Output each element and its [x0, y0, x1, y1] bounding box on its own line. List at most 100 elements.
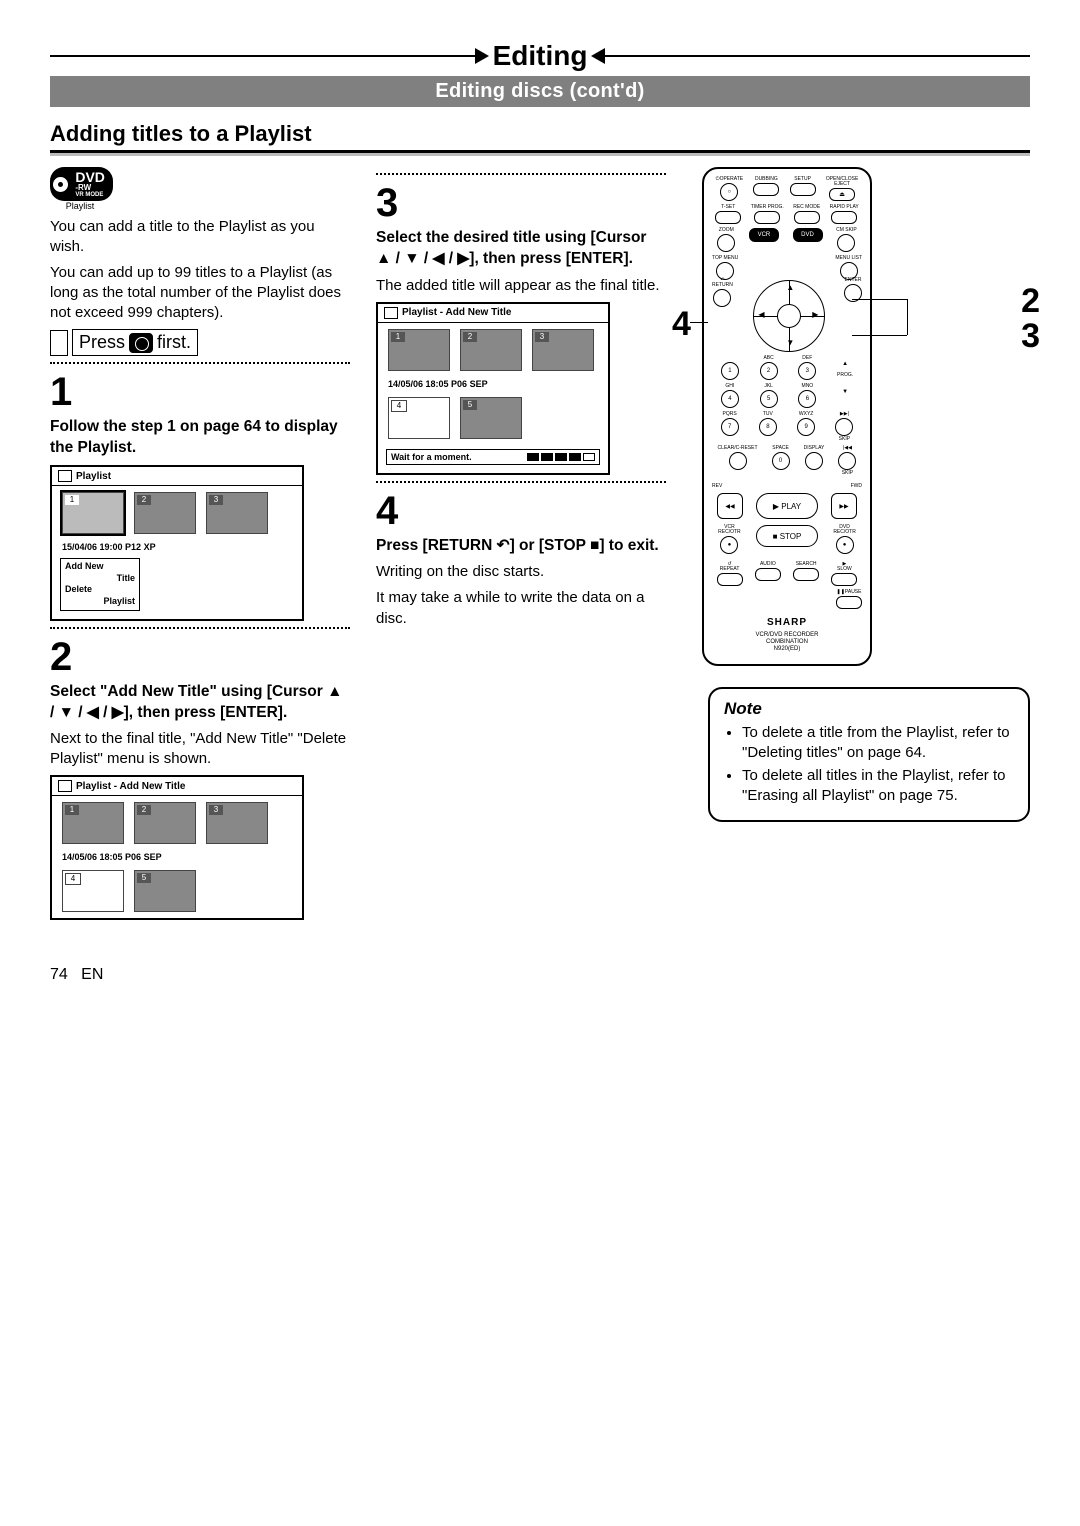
step-3-number: 3	[376, 181, 666, 226]
chapter-banner: Editing	[50, 40, 1030, 72]
num-9[interactable]: 9	[797, 418, 815, 436]
thumb-5: 5	[134, 870, 196, 912]
note-box: Note To delete a title from the Playlist…	[708, 687, 1030, 822]
rapid-button[interactable]	[831, 211, 857, 224]
step-1-head: Follow the step 1 on page 64 to display …	[50, 417, 350, 459]
skip-back-button[interactable]	[838, 452, 856, 470]
column-2: 3 Select the desired title using [Cursor…	[376, 167, 666, 926]
thumb-3: 3	[206, 492, 268, 534]
rev-button[interactable]: ◀◀	[717, 493, 743, 519]
step-3-head: Select the desired title using [Cursor ▲…	[376, 228, 666, 270]
dvd-rec-button[interactable]: ●	[836, 536, 854, 554]
dvd-button-icon	[129, 333, 153, 353]
setup-button[interactable]	[790, 183, 816, 196]
lead-line-right-bot	[852, 335, 907, 336]
remote-brand: SHARP	[712, 617, 862, 628]
dotted-separator	[376, 481, 666, 483]
playlist-panel-3: Playlist - Add New Title 1 2 3 14/05/06 …	[376, 302, 610, 475]
intro-p2: You can add up to 99 titles to a Playlis…	[50, 263, 350, 323]
note-item-2: To delete all titles in the Playlist, re…	[742, 766, 1014, 807]
thumb-5: 5	[460, 397, 522, 439]
remote-icon	[50, 330, 68, 356]
thumb-1: 1	[62, 492, 124, 534]
num-0[interactable]: 0	[772, 452, 790, 470]
clear-button[interactable]	[729, 452, 747, 470]
panel-info-3: 14/05/06 18:05 P06 SEP	[378, 377, 608, 391]
dotted-separator	[376, 173, 666, 175]
timer-button[interactable]	[754, 211, 780, 224]
subtitle-bar: Editing discs (cont'd)	[50, 76, 1030, 107]
cmskip-button[interactable]	[837, 234, 855, 252]
step-2-body: Next to the final title, "Add New Title"…	[50, 729, 350, 769]
disc-icon	[53, 177, 68, 192]
search-button[interactable]	[793, 568, 819, 581]
cursor-pad[interactable]: ▲ ▼ ◀ ▶	[738, 280, 838, 350]
num-5[interactable]: 5	[760, 390, 778, 408]
press-first-box: Press first.	[72, 329, 198, 356]
return-button[interactable]	[713, 289, 731, 307]
playlist-panel-1: Playlist 1 2 3 15/04/06 19:00 P12 XP Add…	[50, 465, 304, 621]
skip-fwd-button[interactable]	[835, 418, 853, 436]
chapter-title: Editing	[493, 40, 588, 72]
thumb-2: 2	[134, 492, 196, 534]
recmode-button[interactable]	[794, 211, 820, 224]
lead-line-right-top	[852, 299, 907, 300]
dvd-button[interactable]: DVD	[793, 228, 823, 242]
num-7[interactable]: 7	[721, 418, 739, 436]
panel-info-1: 15/04/06 19:00 P12 XP	[52, 540, 302, 554]
note-item-1: To delete a title from the Playlist, ref…	[742, 723, 1014, 764]
num-4[interactable]: 4	[721, 390, 739, 408]
num-8[interactable]: 8	[759, 418, 777, 436]
dvd-badge: DVD -RW VR MODE Playlist	[50, 167, 350, 211]
progress-bar	[527, 453, 595, 461]
vcr-rec-button[interactable]: ●	[720, 536, 738, 554]
audio-button[interactable]	[755, 568, 781, 581]
eject-button[interactable]: ⏏	[829, 188, 855, 201]
pause-button[interactable]	[836, 596, 862, 609]
playlist-icon	[384, 307, 398, 319]
playlist-icon	[58, 780, 72, 792]
num-1[interactable]: 1	[721, 362, 739, 380]
step-4-body1: Writing on the disc starts.	[376, 562, 666, 582]
divider-left	[50, 55, 475, 57]
callout-left: 4	[672, 305, 691, 344]
wait-bar: Wait for a moment.	[386, 449, 600, 465]
page-footer: 74 EN	[50, 966, 1030, 984]
num-6[interactable]: 6	[798, 390, 816, 408]
remote-model: VCR/DVD RECORDER COMBINATION N920(ED)	[712, 632, 862, 654]
step-1-number: 1	[50, 370, 350, 415]
operate-button[interactable]: ○	[720, 183, 738, 201]
intro-p1: You can add a title to the Playlist as y…	[50, 217, 350, 257]
note-title: Note	[724, 699, 1014, 719]
tset-button[interactable]	[715, 211, 741, 224]
thumb-2: 2	[460, 329, 522, 371]
callout-right-a: 2	[1021, 282, 1040, 321]
thumb-3: 3	[206, 802, 268, 844]
vcr-button[interactable]: VCR	[749, 228, 779, 242]
badge-caption: Playlist	[50, 201, 110, 211]
dubbing-button[interactable]	[753, 183, 779, 196]
step-2-head: Select "Add New Title" using [Cursor ▲ /…	[50, 682, 350, 724]
thumb-1: 1	[388, 329, 450, 371]
lead-line-left	[690, 322, 708, 323]
panel-info-2: 14/05/06 18:05 P06 SEP	[52, 850, 302, 864]
num-3[interactable]: 3	[798, 362, 816, 380]
divider-right	[605, 55, 1030, 57]
thumb-2: 2	[134, 802, 196, 844]
thumb-4: 4	[388, 397, 450, 439]
num-2[interactable]: 2	[760, 362, 778, 380]
repeat-button[interactable]	[717, 573, 743, 586]
stop-button[interactable]: ■ STOP	[756, 525, 818, 547]
playlist-panel-2: Playlist - Add New Title 1 2 3 14/05/06 …	[50, 775, 304, 920]
play-button[interactable]: ▶ PLAY	[756, 493, 818, 519]
display-button[interactable]	[805, 452, 823, 470]
thumb-4: 4	[62, 870, 124, 912]
zoom-button[interactable]	[717, 234, 735, 252]
dotted-separator	[50, 627, 350, 629]
fwd-button[interactable]: ▶▶	[831, 493, 857, 519]
thumb-1: 1	[62, 802, 124, 844]
panel-menu-1: Add New Title Delete Playlist	[60, 558, 140, 611]
slow-button[interactable]	[831, 573, 857, 586]
step-3-body: The added title will appear as the final…	[376, 276, 666, 296]
callout-right-b: 3	[1021, 317, 1040, 356]
